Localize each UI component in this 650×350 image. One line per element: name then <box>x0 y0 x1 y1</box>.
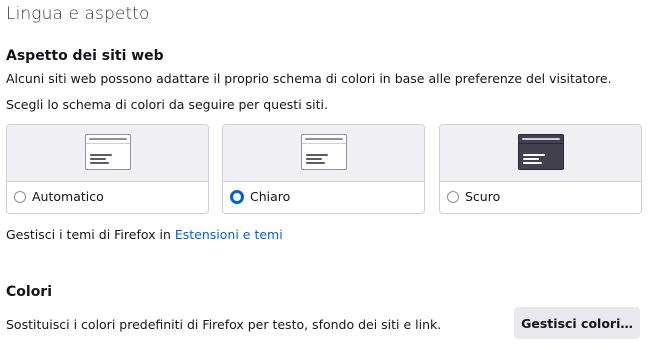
radio-button[interactable] <box>14 190 26 203</box>
website-appearance-description: Alcuni siti web possono adattare il prop… <box>6 71 612 112</box>
manage-colors-button[interactable]: Gestisci colori… <box>514 307 640 339</box>
extensions-themes-link[interactable]: Estensioni e temi <box>175 227 283 242</box>
radio-option-dark[interactable]: Scuro <box>447 189 500 204</box>
preview-area <box>440 125 641 182</box>
preview-area <box>223 125 424 182</box>
colors-description: Sostituisci i colori predefiniti di Fire… <box>6 317 442 332</box>
manage-themes-text: Gestisci i temi di Firefox in <box>6 227 175 242</box>
option-label: Scuro <box>465 189 501 204</box>
website-appearance-title: Aspetto dei siti web <box>6 48 164 64</box>
color-scheme-cards: Automatico Chiaro Scuro <box>6 124 642 214</box>
option-label: Automatico <box>32 189 104 204</box>
color-scheme-card-light[interactable]: Chiaro <box>222 124 425 214</box>
option-label: Chiaro <box>250 189 291 204</box>
light-page-preview-icon <box>84 134 131 170</box>
radio-option-automatic[interactable]: Automatico <box>14 189 104 204</box>
color-scheme-card-automatic[interactable]: Automatico <box>6 124 209 214</box>
color-scheme-card-dark[interactable]: Scuro <box>439 124 642 214</box>
light-page-preview-icon <box>300 134 347 170</box>
radio-button-checked[interactable] <box>230 189 244 204</box>
radio-button[interactable] <box>447 190 459 203</box>
manage-themes-line: Gestisci i temi di Firefox in Estensioni… <box>6 227 283 242</box>
preview-area <box>7 125 208 182</box>
radio-option-light[interactable]: Chiaro <box>230 189 290 204</box>
page-heading: Lingua e aspetto <box>6 4 150 24</box>
dark-page-preview-icon <box>517 134 564 170</box>
colors-title: Colori <box>6 284 53 300</box>
